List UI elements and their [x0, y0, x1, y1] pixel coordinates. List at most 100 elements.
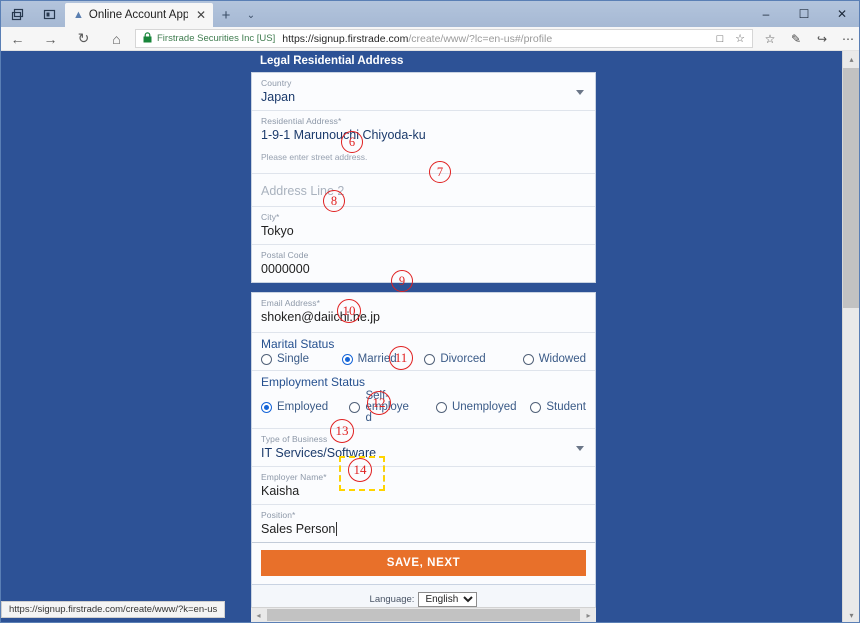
save-button-container: SAVE, NEXT	[252, 543, 595, 584]
radio-self-employed-label: Self-employed	[365, 390, 409, 424]
refresh-icon[interactable]: ↻	[67, 27, 100, 51]
set-tabs-aside-icon[interactable]	[33, 1, 65, 27]
horizontal-scrollbar[interactable]: ◂ ▸	[251, 607, 596, 622]
reading-view-icon[interactable]: □	[710, 33, 730, 45]
favorites-hub-icon[interactable]: ☆	[757, 27, 783, 51]
address-bar[interactable]: Firstrade Securities Inc [US] https://si…	[135, 29, 753, 48]
radio-widowed[interactable]: Widowed	[522, 353, 586, 366]
radio-employed-label: Employed	[277, 401, 329, 413]
marital-status-options: Single Married Divorced Widowed	[261, 353, 586, 366]
home-icon[interactable]: ⌂	[100, 27, 133, 51]
email-address-value: shoken@daiichi.ne.jp	[261, 310, 381, 324]
city-field[interactable]: City* Tokyo	[252, 207, 595, 245]
radio-married[interactable]: Married	[341, 353, 425, 366]
form-content: Legal Residential Address Country Japan …	[251, 51, 596, 622]
radio-student-label: Student	[546, 401, 586, 413]
scroll-down-icon[interactable]: ▾	[843, 607, 859, 622]
postal-code-field[interactable]: Postal Code 0000000	[252, 245, 595, 282]
radio-dot-selected-icon	[341, 354, 353, 365]
type-of-business-value: IT Services/Software	[261, 446, 377, 460]
radio-dot-selected-icon	[261, 402, 272, 413]
type-of-business-label: Type of Business	[261, 434, 328, 444]
add-favorite-star-icon[interactable]: ☆	[730, 32, 750, 45]
radio-dot-icon	[530, 402, 542, 413]
radio-divorced-label: Divorced	[440, 353, 486, 365]
page-viewport: Legal Residential Address Country Japan …	[1, 51, 859, 622]
position-label: Position*	[261, 510, 296, 520]
legal-residential-address-card: Country Japan Residential Address* 1-9-1…	[251, 72, 596, 283]
back-icon[interactable]: ←	[1, 27, 34, 51]
language-row: Language: English	[258, 592, 589, 607]
chevron-down-icon	[576, 89, 584, 95]
vertical-scrollbar-thumb[interactable]	[843, 68, 859, 308]
country-label: Country	[261, 78, 292, 88]
country-field[interactable]: Country Japan	[252, 73, 595, 111]
city-value: Tokyo	[261, 224, 294, 238]
scroll-left-icon[interactable]: ◂	[251, 608, 266, 622]
position-field[interactable]: Position* Sales Person	[252, 505, 595, 543]
chevron-down-icon	[576, 445, 584, 451]
forward-icon[interactable]: →	[34, 27, 67, 51]
close-button[interactable]: ✕	[823, 1, 859, 27]
new-tab-button[interactable]: +	[213, 3, 239, 27]
marital-status-group: Marital Status Single Married Divorced W…	[252, 333, 595, 371]
vertical-scrollbar[interactable]: ▴ ▾	[842, 51, 859, 622]
settings-more-icon[interactable]: ⋯	[835, 27, 859, 51]
radio-self-employed[interactable]: Self-employed	[349, 390, 436, 424]
url-domain: https://signup.firstrade.com	[282, 32, 409, 45]
country-value: Japan	[261, 90, 296, 104]
share-icon[interactable]: ↪	[809, 27, 835, 51]
url-text: https://signup.firstrade.com/create/www/…	[282, 33, 710, 45]
tab-strip: ▲ Online Account Applica ✕ + ⌄	[65, 1, 747, 27]
employment-status-heading: Employment Status	[261, 375, 366, 389]
radio-divorced[interactable]: Divorced	[424, 353, 522, 366]
type-of-business-field[interactable]: Type of Business IT Services/Software	[252, 429, 595, 467]
employer-name-value: Kaisha	[261, 484, 300, 498]
radio-employed[interactable]: Employed	[261, 401, 349, 414]
employer-name-field[interactable]: Employer Name* Kaisha	[252, 467, 595, 505]
tab-preview-icon[interactable]	[1, 1, 33, 27]
scroll-right-icon[interactable]: ▸	[581, 608, 596, 622]
address-line-2-placeholder: Address Line 2	[261, 184, 345, 198]
profile-details-card: Email Address* shoken@daiichi.ne.jp Mari…	[251, 292, 596, 585]
tab-title: Online Account Applica	[88, 9, 188, 21]
maximize-button[interactable]: ☐	[785, 1, 823, 27]
address-line-2-field[interactable]: Address Line 2	[252, 174, 595, 207]
email-address-field[interactable]: Email Address* shoken@daiichi.ne.jp	[252, 293, 595, 333]
residential-address-label: Residential Address*	[261, 116, 342, 126]
radio-unemployed[interactable]: Unemployed	[435, 401, 530, 414]
radio-married-label: Married	[357, 353, 397, 365]
scroll-up-icon[interactable]: ▴	[843, 51, 859, 68]
employment-status-group: Employment Status Employed Self-employed	[252, 371, 595, 429]
residential-address-value: 1-9-1 Marunouchi Chiyoda-ku	[261, 128, 426, 142]
email-address-label: Email Address*	[261, 298, 321, 308]
radio-dot-icon	[261, 354, 272, 365]
residential-address-field[interactable]: Residential Address* 1-9-1 Marunouchi Ch…	[252, 111, 595, 148]
radio-unemployed-label: Unemployed	[451, 401, 517, 413]
position-value: Sales Person	[261, 521, 586, 538]
web-notes-pen-icon[interactable]: ✎	[783, 27, 809, 51]
horizontal-scrollbar-thumb[interactable]	[267, 609, 580, 621]
minimize-button[interactable]: –	[747, 1, 785, 27]
postal-code-label: Postal Code	[261, 250, 309, 260]
radio-widowed-label: Widowed	[538, 353, 586, 365]
language-select[interactable]: English	[418, 592, 478, 607]
residential-address-help: Please enter street address.	[252, 148, 595, 174]
tab-close-icon[interactable]: ✕	[193, 8, 209, 22]
lock-icon	[143, 31, 152, 46]
radio-single[interactable]: Single	[261, 353, 342, 366]
status-bar-url: https://signup.firstrade.com/create/www/…	[1, 601, 226, 618]
radio-student[interactable]: Student	[530, 401, 586, 414]
employment-status-options: Employed Self-employed Unemployed Studen…	[261, 390, 586, 424]
radio-dot-icon	[522, 354, 534, 365]
postal-code-value: 0000000	[261, 262, 310, 276]
language-label: Language:	[369, 594, 415, 605]
save-next-button[interactable]: SAVE, NEXT	[261, 550, 586, 576]
tab-favicon-icon: ▲	[73, 9, 84, 21]
window-controls: – ☐ ✕	[747, 1, 859, 27]
tab-menu-chevron-down-icon[interactable]: ⌄	[239, 3, 263, 27]
city-label: City*	[261, 212, 280, 222]
browser-tab[interactable]: ▲ Online Account Applica ✕	[65, 3, 213, 27]
employer-name-label: Employer Name*	[261, 472, 327, 482]
radio-dot-icon	[435, 402, 447, 413]
